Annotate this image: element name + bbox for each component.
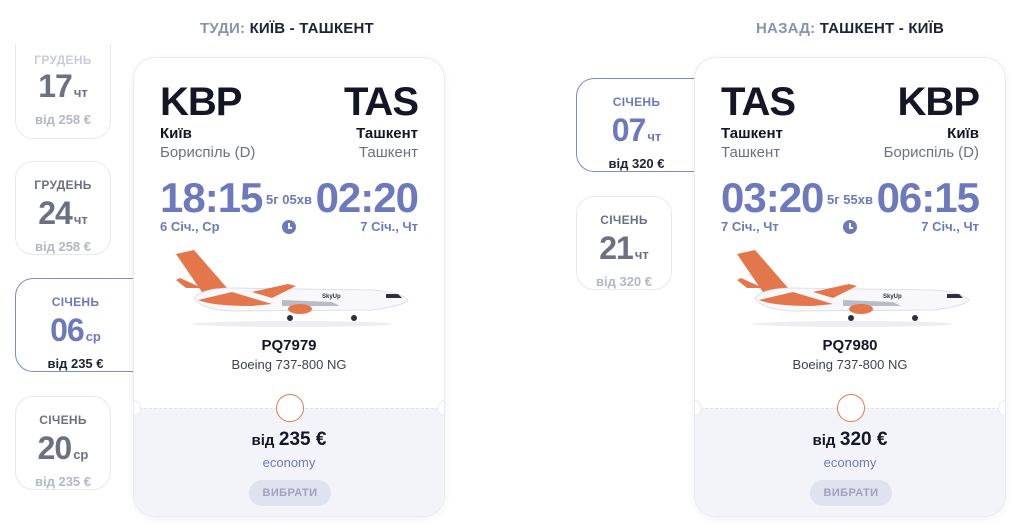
date-month: ГРУДЕНЬ [34,178,92,192]
airline-livery: SkyUp [322,294,341,300]
date-month: СІЧЕНЬ [39,413,87,427]
choose-button[interactable]: ВИБРАТИ [810,480,892,506]
airline-logo: SkyUp [231,256,269,290]
departure-code: TAS [721,80,796,124]
select-radio[interactable] [837,394,865,422]
return-title-route: ТАШКЕНТ - КИЇВ [819,20,945,37]
outbound-title: ТУДИ: КИЇВ - ТАШКЕНТ [200,20,374,37]
date-price: від 235 € [35,474,91,489]
date-day: 20 [37,430,73,466]
outbound-title-route: КИЇВ - ТАШКЕНТ [249,20,374,37]
fare-class: economy [823,455,877,470]
arrival-code: KBP [897,80,980,124]
date-option-jan-20[interactable]: СІЧЕНЬ 20 ср від 235 € [15,396,111,490]
date-day: 24 [38,195,73,231]
airplane-image: SkyUp SkyUp [176,250,409,327]
date-price: від 258 € [35,239,91,254]
arrival-date: 7 Січ., Чт [360,219,418,234]
flight-price: від 320 € [695,429,1005,451]
date-option-jan-21[interactable]: СІЧЕНЬ 21 чт від 320 € [576,196,672,290]
outbound-flight-card[interactable]: KBP TAS Київ Ташкент Бориспіль (D) Ташке… [133,57,445,517]
date-day: 17 [38,68,73,104]
date-weekday: чт [647,129,662,144]
airplane-image: SkyUp SkyUp [737,250,970,327]
price-from: від [812,432,836,449]
return-title: НАЗАД: ТАШКЕНТ - КИЇВ [756,20,944,37]
flight-number: PQ7980 [822,337,878,354]
departure-city: Ташкент [721,125,783,142]
date-price: від 320 € [608,156,665,171]
arrival-city: Київ [947,125,979,142]
date-month: СІЧЕНЬ [600,213,648,227]
date-month: ГРУДЕНЬ [34,53,92,67]
date-day: 06 [50,312,85,348]
date-month: СІЧЕНЬ [612,95,661,109]
flight-duration: 5г 05хв [266,192,312,207]
date-weekday: ср [73,447,89,462]
return-flight-card[interactable]: TAS KBP Ташкент Київ Ташкент Бориспіль (… [694,57,1006,517]
aircraft-type: Boeing 737-800 NG [792,357,908,372]
date-option-jan-06-selected[interactable]: СІЧЕНЬ 06 ср від 235 € [15,278,135,372]
price-from: від [251,432,275,449]
arrival-date: 7 Січ., Чт [921,219,979,234]
clock-icon [843,220,857,234]
date-weekday: чт [73,212,88,227]
arrival-airport: Бориспіль (D) [883,144,979,161]
date-price: від 320 € [596,274,652,289]
departure-date: 7 Січ., Чт [721,219,779,234]
flight-duration: 5г 55хв [827,192,873,207]
departure-city: Київ [160,125,192,142]
airline-livery: SkyUp [883,294,902,300]
select-radio[interactable] [276,394,304,422]
departure-airport: Бориспіль (D) [160,144,256,161]
flight-price: від 235 € [134,429,444,451]
return-title-lead: НАЗАД: [756,20,816,37]
date-month: СІЧЕНЬ [51,295,100,309]
departure-code: KBP [160,80,242,124]
date-weekday: чт [73,85,88,100]
price-amount: 320 € [839,429,888,450]
flight-number: PQ7979 [261,337,317,354]
date-price: від 235 € [47,356,104,371]
date-option-dec-17[interactable]: ГРУДЕНЬ 17 чт від 258 € [15,44,111,139]
arrival-code: TAS [343,80,419,124]
date-option-jan-07-selected[interactable]: СІЧЕНЬ 07 чт від 320 € [576,78,696,172]
arrival-city: Ташкент [356,125,418,142]
date-weekday: ср [85,329,101,344]
date-day: 21 [599,230,634,266]
clock-icon [282,220,296,234]
outbound-title-lead: ТУДИ: [200,20,246,37]
fare-class: economy [262,455,316,470]
date-weekday: чт [634,247,649,262]
departure-date: 6 Січ., Ср [160,219,220,234]
date-option-dec-24[interactable]: ГРУДЕНЬ 24 чт від 258 € [15,161,111,255]
arrival-airport: Ташкент [358,144,418,161]
date-day: 07 [611,112,647,148]
departure-airport: Ташкент [721,144,781,161]
airline-logo: SkyUp [792,256,830,290]
date-price: від 258 € [35,112,91,127]
choose-button[interactable]: ВИБРАТИ [249,480,331,506]
price-amount: 235 € [278,429,327,450]
aircraft-type: Boeing 737-800 NG [231,357,347,372]
